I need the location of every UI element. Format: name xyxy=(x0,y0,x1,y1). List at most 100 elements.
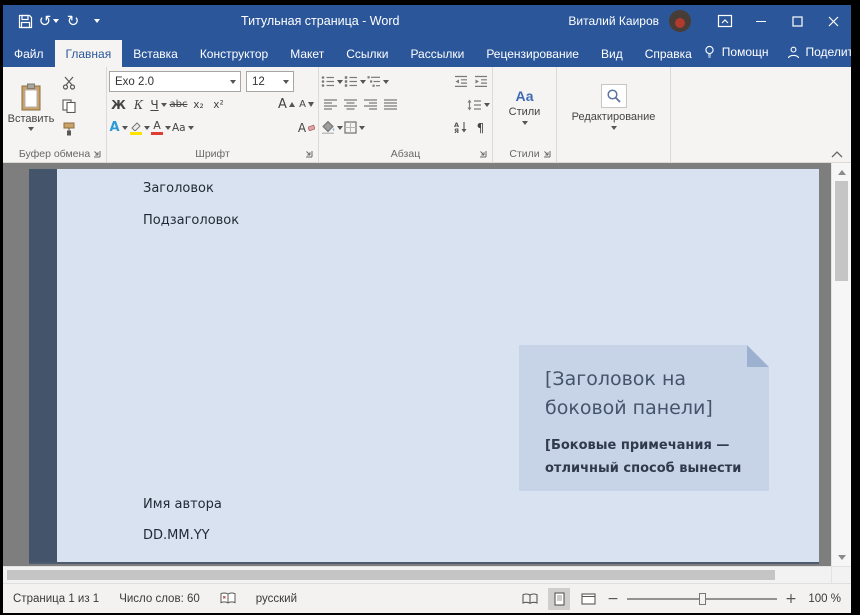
font-size-combo[interactable]: 12 xyxy=(246,71,294,92)
bold-button[interactable]: Ж xyxy=(109,95,128,115)
line-spacing-button[interactable] xyxy=(467,95,490,115)
zoom-level[interactable]: 100 % xyxy=(805,593,841,605)
print-layout-button[interactable] xyxy=(548,588,570,610)
ribbon-display-options-button[interactable] xyxy=(707,5,743,37)
tab-help[interactable]: Справка xyxy=(634,40,703,67)
scroll-down-button[interactable] xyxy=(832,550,851,564)
editing-group-button[interactable]: Редактирование xyxy=(559,69,668,145)
font-dialog-launcher[interactable] xyxy=(304,149,314,159)
text-highlight-button[interactable] xyxy=(129,118,150,138)
web-layout-button[interactable] xyxy=(577,588,599,610)
format-painter-button[interactable] xyxy=(57,119,81,139)
font-color-button[interactable]: А xyxy=(151,118,171,138)
align-right-button[interactable] xyxy=(361,95,380,115)
styles-group-label: Стили xyxy=(509,148,539,160)
redo-button[interactable]: ↻ xyxy=(61,8,85,34)
increase-indent-button[interactable] xyxy=(471,72,490,92)
tab-review[interactable]: Рецензирование xyxy=(475,40,590,67)
zoom-out-button[interactable]: − xyxy=(606,591,620,607)
tab-design[interactable]: Конструктор xyxy=(189,40,279,67)
text-effects-button[interactable]: А xyxy=(109,118,128,138)
show-formatting-marks-button[interactable]: ¶ xyxy=(471,118,490,138)
numbered-list-icon xyxy=(344,75,358,88)
proofing-status[interactable] xyxy=(220,592,236,605)
vertical-scrollbar[interactable] xyxy=(831,163,851,566)
collapse-ribbon-button[interactable] xyxy=(831,151,843,158)
cut-button[interactable] xyxy=(57,73,81,93)
tab-references[interactable]: Ссылки xyxy=(335,40,399,67)
save-button[interactable] xyxy=(13,8,37,34)
maximize-icon xyxy=(792,16,803,27)
maximize-button[interactable] xyxy=(779,5,815,37)
grow-font-button[interactable]: А xyxy=(277,95,296,115)
scroll-up-button[interactable] xyxy=(832,165,851,179)
styles-dialog-launcher[interactable] xyxy=(542,149,552,159)
sidebar-heading[interactable]: [Заголовок на боковой панели] xyxy=(545,365,751,423)
borders-button[interactable] xyxy=(344,118,365,138)
change-case-button[interactable]: Aa xyxy=(172,118,194,138)
zoom-in-button[interactable]: + xyxy=(784,591,798,607)
italic-button[interactable]: К xyxy=(129,95,148,115)
copy-button[interactable] xyxy=(57,96,81,116)
shading-button[interactable] xyxy=(321,118,343,138)
sidebar-panel[interactable]: [Заголовок на боковой панели] [Боковые п… xyxy=(519,345,769,491)
author-placeholder[interactable]: Имя автора xyxy=(143,497,222,512)
justify-button[interactable] xyxy=(381,95,400,115)
page-body[interactable]: Заголовок Подзаголовок [Заголовок на бок… xyxy=(57,169,819,562)
minimize-button[interactable] xyxy=(743,5,779,37)
font-size-dropdown[interactable] xyxy=(279,72,293,91)
word-count-status[interactable]: Число слов: 60 xyxy=(119,593,200,605)
styles-caret-icon xyxy=(522,121,528,125)
tab-view[interactable]: Вид xyxy=(590,40,634,67)
horizontal-scrollbar[interactable] xyxy=(3,566,851,583)
horizontal-scroll-thumb[interactable] xyxy=(7,570,775,580)
tell-me-assistant[interactable]: Помощн xyxy=(703,45,769,59)
close-button[interactable] xyxy=(815,5,851,37)
zoom-thumb[interactable] xyxy=(699,593,706,605)
strikethrough-button[interactable]: abc xyxy=(169,95,188,115)
user-avatar[interactable] xyxy=(669,10,691,32)
customize-quick-access-button[interactable] xyxy=(85,8,109,34)
tab-layout[interactable]: Макет xyxy=(279,40,335,67)
tab-mailings[interactable]: Рассылки xyxy=(399,40,475,67)
language-status[interactable]: русский xyxy=(256,593,297,605)
page-number-status[interactable]: Страница 1 из 1 xyxy=(13,593,99,605)
align-left-button[interactable] xyxy=(321,95,340,115)
paragraph-dialog-launcher[interactable] xyxy=(478,149,488,159)
sidebar-body-text[interactable]: [Боковые примечания — отличный способ вы… xyxy=(545,434,751,480)
numbering-button[interactable] xyxy=(344,72,366,92)
shrink-font-button[interactable]: А xyxy=(297,95,316,115)
decrease-indent-button[interactable] xyxy=(451,72,470,92)
bullets-button[interactable] xyxy=(321,72,343,92)
sort-button[interactable]: А Я xyxy=(451,118,470,138)
underline-button[interactable]: Ч xyxy=(149,95,168,115)
title-placeholder[interactable]: Заголовок xyxy=(143,181,214,196)
line-spacing-icon xyxy=(467,99,482,111)
multilevel-list-button[interactable] xyxy=(367,72,389,92)
tab-file[interactable]: Файл xyxy=(3,40,55,67)
align-center-button[interactable] xyxy=(341,95,360,115)
tab-insert[interactable]: Вставка xyxy=(122,40,189,67)
font-name-value: Exo 2.0 xyxy=(110,76,226,88)
read-mode-button[interactable] xyxy=(519,588,541,610)
subtitle-placeholder[interactable]: Подзаголовок xyxy=(143,213,239,228)
date-placeholder[interactable]: DD.MM.YY xyxy=(143,528,210,543)
undo-button[interactable]: ↺ xyxy=(37,8,61,34)
document-page[interactable]: Заголовок Подзаголовок [Заголовок на бок… xyxy=(29,169,819,564)
paste-button[interactable]: Вставить xyxy=(5,69,57,145)
font-name-dropdown[interactable] xyxy=(226,72,240,91)
clear-formatting-button[interactable]: А xyxy=(297,118,316,138)
clipboard-dialog-launcher[interactable] xyxy=(92,149,102,159)
account-name[interactable]: Виталий Каиров xyxy=(568,14,659,28)
paste-label: Вставить xyxy=(8,113,55,125)
share-button[interactable]: Поделиться xyxy=(787,45,851,59)
styles-gallery-button[interactable]: Аа Стили xyxy=(495,69,554,145)
zoom-slider[interactable] xyxy=(627,591,777,607)
font-name-combo[interactable]: Exo 2.0 xyxy=(109,71,241,92)
superscript-button[interactable]: x² xyxy=(209,95,228,115)
tab-home[interactable]: Главная xyxy=(55,40,123,67)
magnifier-icon xyxy=(606,88,622,104)
vertical-scroll-thumb[interactable] xyxy=(835,181,848,281)
subscript-button[interactable]: x₂ xyxy=(189,95,208,115)
borders-icon xyxy=(344,121,357,134)
